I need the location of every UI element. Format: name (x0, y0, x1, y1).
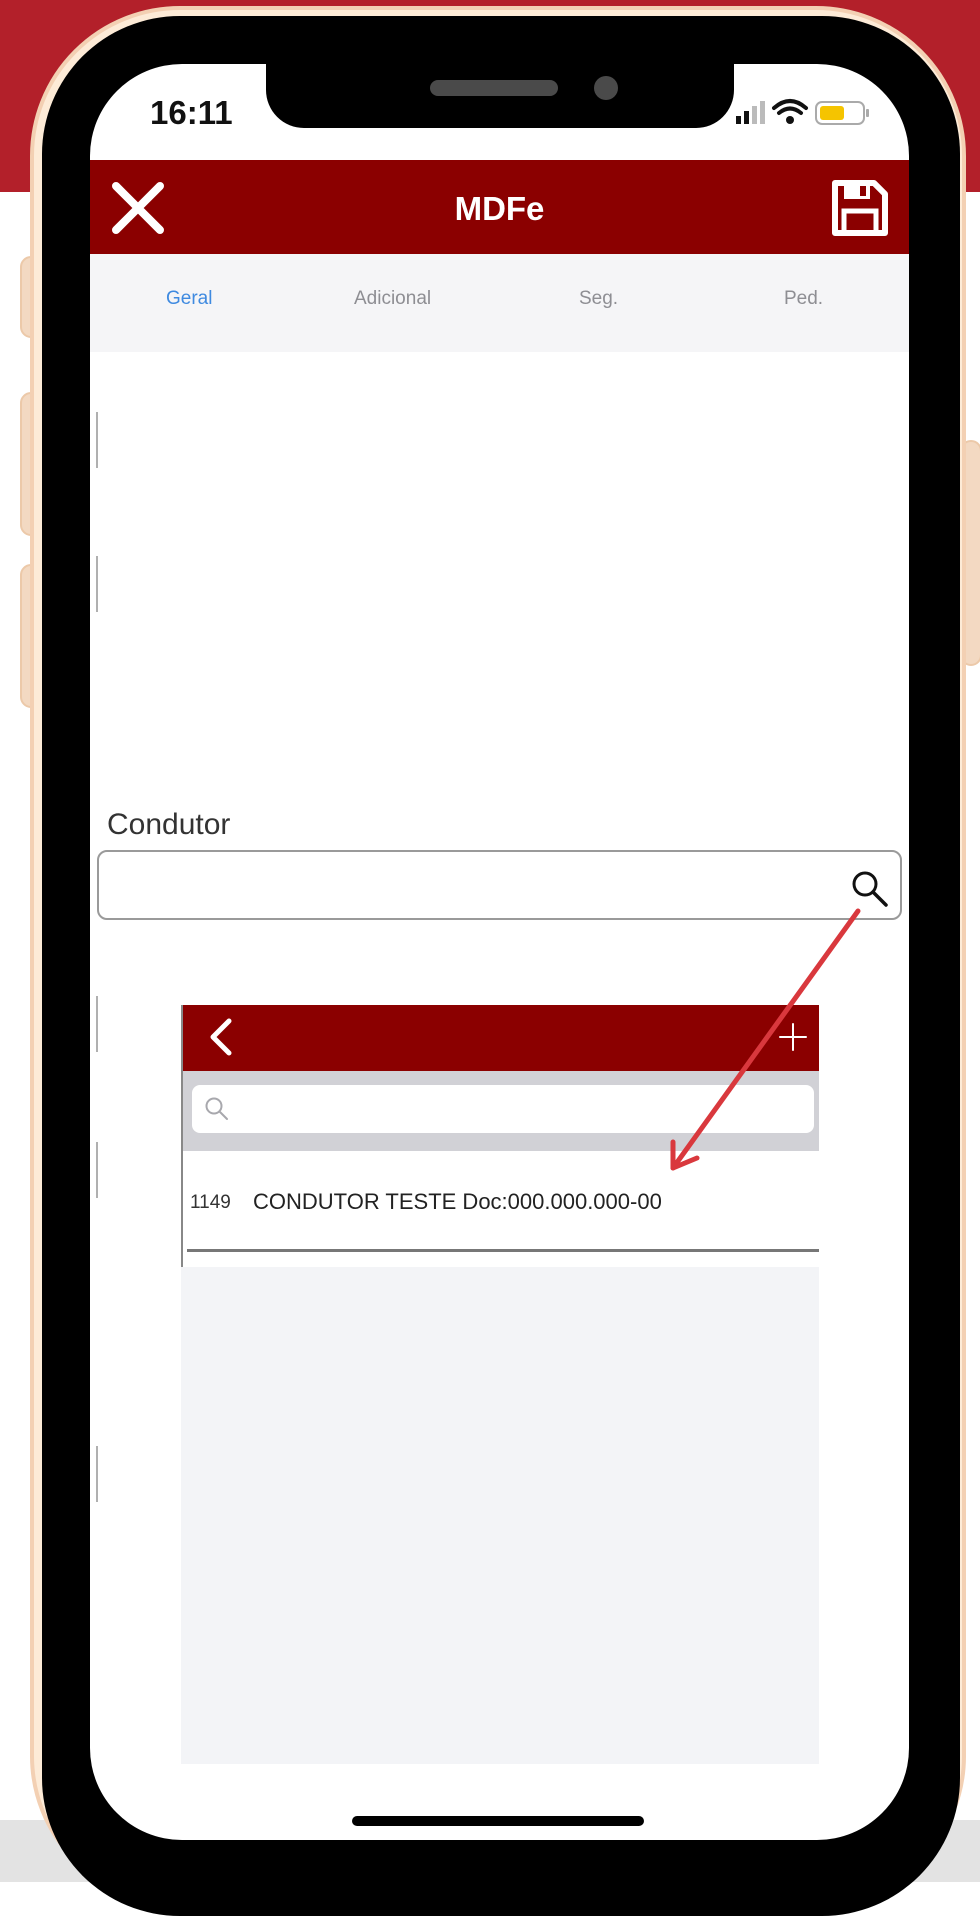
condutor-label: Condutor (107, 808, 231, 841)
field-edge-marker (96, 1446, 98, 1502)
picker-search-bar (181, 1071, 819, 1151)
search-icon (205, 1097, 228, 1120)
picker-header (181, 1005, 819, 1071)
wifi-icon (772, 99, 808, 124)
tab-seg[interactable]: Seg. (579, 288, 618, 310)
status-time: 16:11 (150, 94, 233, 131)
chevron-left-icon[interactable] (203, 1015, 239, 1059)
camera (594, 76, 618, 100)
field-edge-marker (96, 1142, 98, 1198)
speaker (430, 80, 558, 96)
field-edge-marker (96, 412, 98, 468)
page-title: MDFe (454, 190, 545, 227)
picker-search-input[interactable] (192, 1085, 814, 1133)
notch (266, 64, 734, 128)
tab-geral[interactable]: Geral (166, 288, 212, 310)
app-header: MDFe (90, 160, 909, 254)
field-edge-marker (96, 996, 98, 1052)
picker-list: 1149 CONDUTOR TESTE Doc:000.000.000-00 (181, 1151, 819, 1267)
search-icon[interactable] (849, 868, 889, 908)
row-id: 1149 (190, 1192, 231, 1213)
condutor-input[interactable] (97, 850, 902, 920)
condutor-picker-panel: 1149 CONDUTOR TESTE Doc:000.000.000-00 (181, 1005, 819, 1764)
row-divider (187, 1249, 819, 1252)
field-edge-marker (96, 556, 98, 612)
status-icons (736, 99, 869, 125)
picker-edge (181, 1005, 183, 1267)
phone-screen: 16:11 MDFe Geral Adicional Seg. Ped. Con… (90, 64, 909, 1840)
row-text: CONDUTOR TESTE Doc:000.000.000-00 (253, 1189, 662, 1214)
cellular-signal-icon (736, 101, 765, 124)
battery-icon (815, 101, 869, 125)
tab-adicional[interactable]: Adicional (354, 288, 431, 310)
plus-icon[interactable] (777, 1021, 809, 1053)
home-indicator (352, 1816, 644, 1826)
save-icon[interactable] (830, 178, 890, 238)
tab-ped[interactable]: Ped. (784, 288, 823, 310)
tab-bar: Geral Adicional Seg. Ped. (90, 254, 909, 352)
list-item[interactable]: 1149 CONDUTOR TESTE Doc:000.000.000-00 (181, 1151, 819, 1251)
